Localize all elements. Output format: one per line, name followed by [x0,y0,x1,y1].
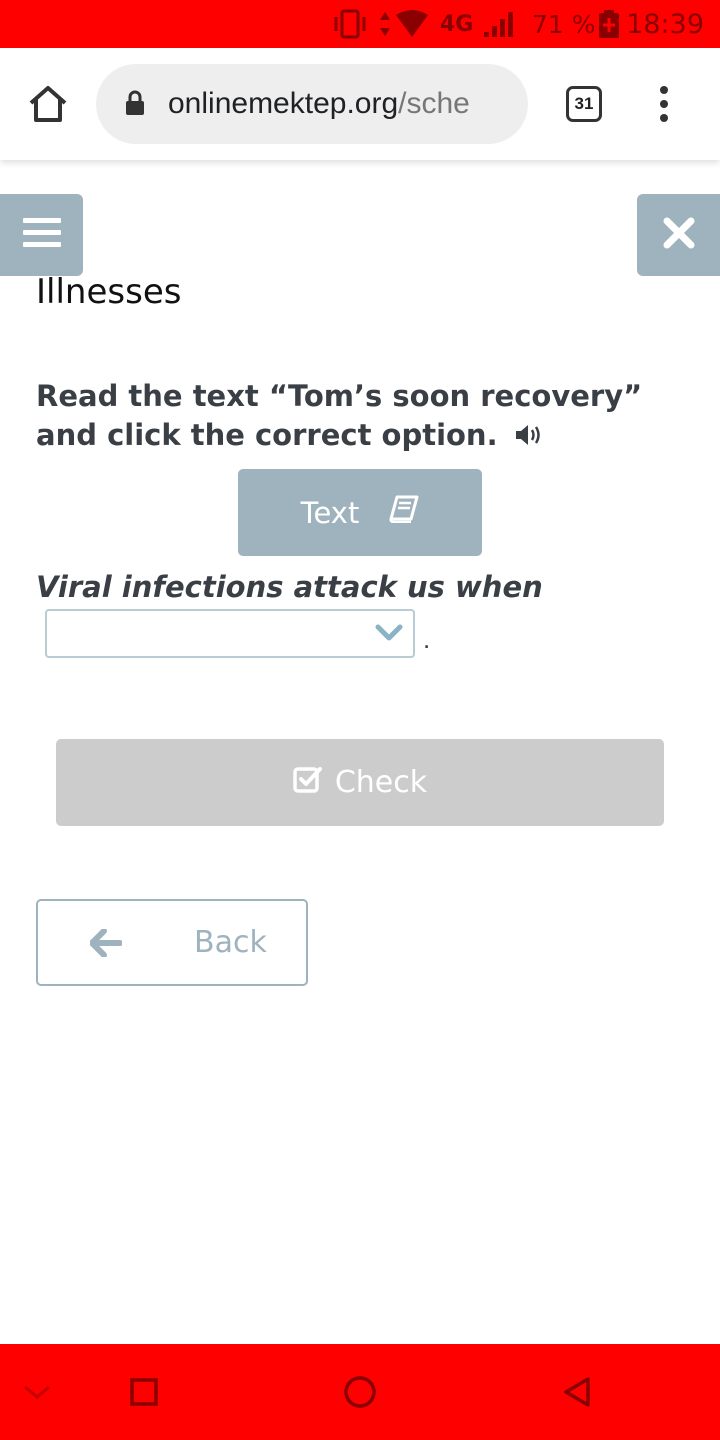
chevron-down-icon[interactable] [22,1344,52,1440]
instruction-label: Read the text “Tom’s soon recovery” and … [36,379,643,452]
sentence-end: . [423,624,431,654]
more-vert-icon[interactable] [656,86,672,122]
page-title: Illnesses [36,272,182,312]
system-nav-bar [0,1344,720,1440]
check-square-icon [293,765,323,801]
tabs-icon[interactable]: 31 [566,86,602,122]
home-circle-icon[interactable] [343,1344,377,1440]
home-icon[interactable] [26,84,70,124]
check-button-label: Check [334,765,428,800]
hamburger-menu-button[interactable] [0,194,83,276]
clock: 18:39 [626,8,704,40]
data-arrows-icon [378,0,392,48]
close-icon [663,217,695,254]
url-domain: onlinemektep.org [168,87,399,120]
question-text: Viral infections attack us when [36,570,543,604]
browser-toolbar: onlinemektep.org/sche 31 [0,48,720,160]
battery-icon [598,0,620,48]
back-button-label: Back [194,925,267,960]
answer-select[interactable] [45,609,415,658]
url-text: onlinemektep.org/sche [168,64,498,144]
text-button-label: Text [300,495,360,530]
check-button[interactable]: Check [56,739,664,826]
address-bar[interactable]: onlinemektep.org/sche [96,64,528,144]
back-button[interactable]: Back [36,899,308,986]
book-icon [389,495,419,530]
battery-percent: 71 % [532,9,596,39]
url-path: /sche [398,87,470,120]
network-type: 4G [440,11,474,37]
wifi-icon [394,0,430,48]
hamburger-icon [22,217,61,254]
instruction-text: Read the text “Tom’s soon recovery” and … [36,377,656,455]
lock-icon [124,90,146,116]
arrow-left-icon [89,928,123,958]
back-triangle-icon[interactable] [562,1344,592,1440]
signal-icon [482,0,516,48]
vibrate-icon [332,0,368,48]
close-button[interactable] [637,194,720,276]
status-bar: 4G 71 % 18:39 [0,0,720,48]
tab-count: 31 [574,94,594,113]
text-button[interactable]: Text [238,469,482,556]
recents-square-icon[interactable] [130,1344,158,1440]
speaker-icon[interactable] [514,418,544,445]
chevron-down-icon [375,623,403,643]
